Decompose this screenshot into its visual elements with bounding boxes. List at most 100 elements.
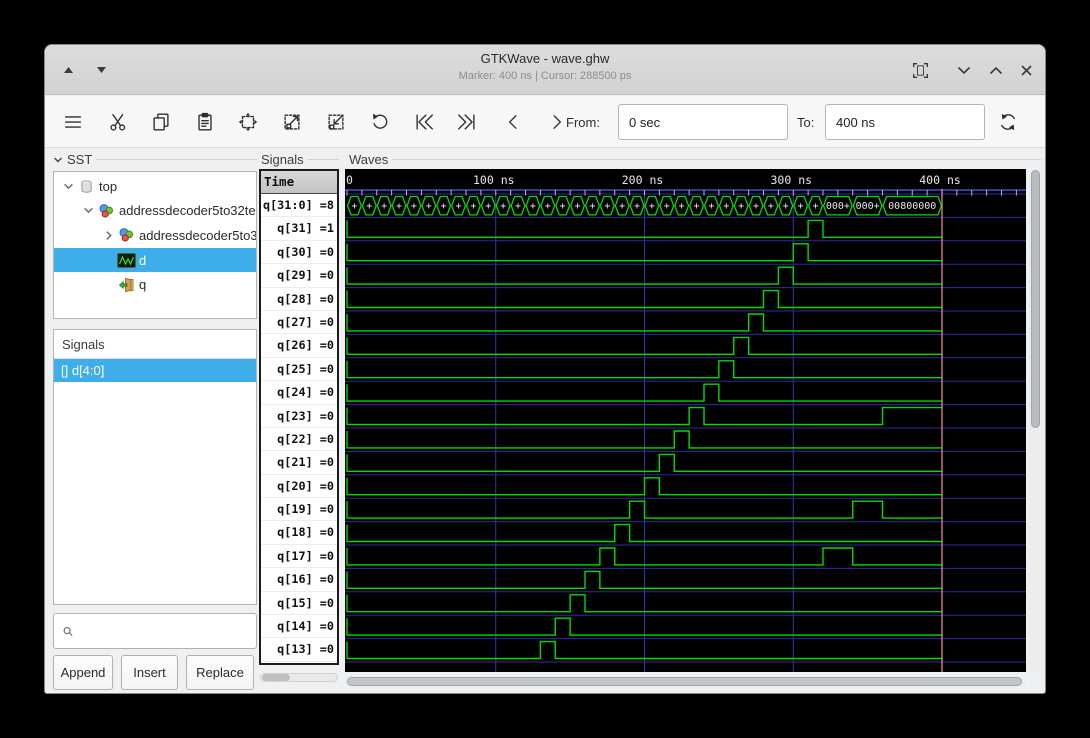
svg-text:+: + [708, 201, 714, 212]
gtkwave-window: GTKWave - wave.ghw Marker: 400 ns | Curs… [44, 44, 1046, 694]
replace-button[interactable]: Replace [186, 655, 254, 690]
minimize-icon[interactable] [953, 59, 975, 81]
port-out-icon [116, 277, 136, 293]
tree-item-addressdecoder5to32tes[interactable]: addressdecoder5to32tes [54, 199, 256, 224]
svg-text:+: + [396, 201, 402, 212]
menu-icon[interactable] [60, 109, 86, 135]
signals-browser: Signals [] d[4:0] [53, 329, 257, 605]
svg-text:ns: ns [501, 173, 515, 187]
fit-window-icon[interactable] [909, 59, 931, 81]
svg-text:00800000: 00800000 [888, 201, 936, 212]
signal-names-frame-label: Signals [261, 152, 304, 167]
svg-text:+: + [366, 201, 372, 212]
tree-item-q[interactable]: q [54, 272, 256, 297]
svg-text:+: + [723, 201, 729, 212]
svg-text:+: + [694, 201, 700, 212]
signal-name-row[interactable]: q[13] =0 [261, 638, 337, 662]
signal-name-row[interactable]: q[23] =0 [261, 405, 337, 428]
titlebar: GTKWave - wave.ghw Marker: 400 ns | Curs… [45, 45, 1045, 95]
svg-text:+: + [604, 201, 610, 212]
svg-text:+: + [545, 201, 551, 212]
signal-name-row[interactable]: q[30] =0 [261, 241, 337, 265]
signal-name-row[interactable]: q[25] =0 [261, 358, 337, 382]
from-label: From: [566, 115, 600, 130]
waveform-canvas[interactable]: 0 100 ns 200 ns 300 ns 400 ns + + + + + + + + + + + + + + + + + + +… [345, 169, 1026, 672]
signal-name-row[interactable]: q[14] =0 [261, 615, 337, 639]
svg-text:+: + [560, 201, 566, 212]
signal-name-row[interactable]: q[24] =0 [261, 381, 337, 405]
module-icon [116, 227, 136, 243]
svg-text:0: 0 [346, 173, 353, 187]
svg-text:+: + [813, 201, 819, 212]
svg-text:+: + [485, 201, 491, 212]
signal-name-row[interactable]: q[15] =0 [261, 592, 337, 616]
signal-name-row[interactable]: q[17] =0 [261, 545, 337, 569]
next-edge-icon[interactable] [454, 109, 480, 135]
svg-text:+: + [783, 201, 789, 212]
svg-text:+: + [619, 201, 625, 212]
svg-text:+: + [470, 201, 476, 212]
svg-text:+: + [515, 201, 521, 212]
signal-name-row[interactable]: q[29] =0 [261, 264, 337, 288]
zoom-in-icon[interactable] [279, 109, 305, 135]
names-hscrollbar[interactable] [260, 673, 338, 682]
signal-name-row[interactable]: q[27] =0 [261, 311, 337, 335]
zoom-out-icon[interactable] [323, 109, 349, 135]
paste-icon[interactable] [192, 109, 218, 135]
zoom-fit-icon[interactable] [235, 109, 261, 135]
svg-text:100: 100 [473, 173, 494, 187]
tree-item-d[interactable]: d [54, 247, 256, 273]
close-icon[interactable] [1015, 59, 1037, 81]
signal-name-row[interactable]: q[31:0] =8 [261, 194, 337, 218]
marker-cursor-status: Marker: 400 ns | Cursor: 288500 ps [458, 70, 632, 82]
svg-text:+: + [351, 201, 357, 212]
signal-name-row[interactable]: q[26] =0 [261, 334, 337, 358]
tree-expander-icon[interactable] [60, 181, 76, 192]
signal-names-frame: Signals [261, 152, 339, 167]
signal-name-row[interactable]: q[31] =1 [261, 217, 337, 241]
append-button[interactable]: Append [53, 655, 113, 690]
maximize-icon[interactable] [985, 59, 1007, 81]
prev-edge-icon[interactable] [411, 109, 437, 135]
undo-icon[interactable] [367, 109, 393, 135]
svg-text:+: + [738, 201, 744, 212]
tree-expander-icon[interactable] [100, 230, 116, 241]
copy-icon[interactable] [148, 109, 174, 135]
svg-text:+: + [664, 201, 670, 212]
signal-wave-icon [116, 252, 136, 268]
wave-hscrollbar[interactable] [345, 676, 1026, 687]
signals-browser-item[interactable]: [] d[4:0] [54, 359, 256, 382]
signal-name-row[interactable]: q[18] =0 [261, 521, 337, 545]
svg-text:+: + [798, 201, 804, 212]
tree-item-label: addressdecoder5to32tes [119, 203, 256, 219]
reload-icon[interactable] [995, 109, 1021, 135]
waves-frame-label: Waves [349, 152, 389, 167]
signal-name-row[interactable]: q[28] =0 [261, 288, 337, 311]
svg-text:+: + [530, 201, 536, 212]
to-input[interactable] [825, 104, 985, 140]
svg-text:+: + [456, 201, 462, 212]
insert-button[interactable]: Insert [121, 655, 178, 690]
wave-vscrollbar[interactable] [1029, 169, 1041, 672]
tree-item-label: top [99, 178, 118, 194]
cut-icon[interactable] [105, 109, 131, 135]
module-icon [96, 203, 116, 219]
time-header[interactable]: Time [261, 171, 337, 194]
timeline-ruler: 0 100 ns 200 ns 300 ns 400 ns [345, 173, 1026, 196]
from-input[interactable] [618, 104, 788, 140]
prev-transition-icon[interactable] [500, 109, 526, 135]
search-input[interactable] [80, 623, 256, 639]
wave-gridlines [345, 193, 1026, 672]
signal-name-row[interactable]: q[22] =0 [261, 428, 337, 452]
tree-item-top[interactable]: top [54, 174, 256, 199]
sst-collapse-icon[interactable] [53, 155, 63, 165]
sst-frame: SST [53, 152, 257, 167]
signal-name-row[interactable]: q[16] =0 [261, 568, 337, 592]
signal-name-row[interactable]: q[19] =0 [261, 498, 337, 522]
tree-item-addressdecoder5to32t[interactable]: addressdecoder5to32t [54, 223, 256, 248]
tree-expander-icon[interactable] [80, 205, 96, 216]
svg-text:200: 200 [622, 173, 643, 187]
signal-name-row[interactable]: q[20] =0 [261, 475, 337, 499]
svg-text:+: + [575, 201, 581, 212]
signal-name-row[interactable]: q[21] =0 [261, 451, 337, 475]
